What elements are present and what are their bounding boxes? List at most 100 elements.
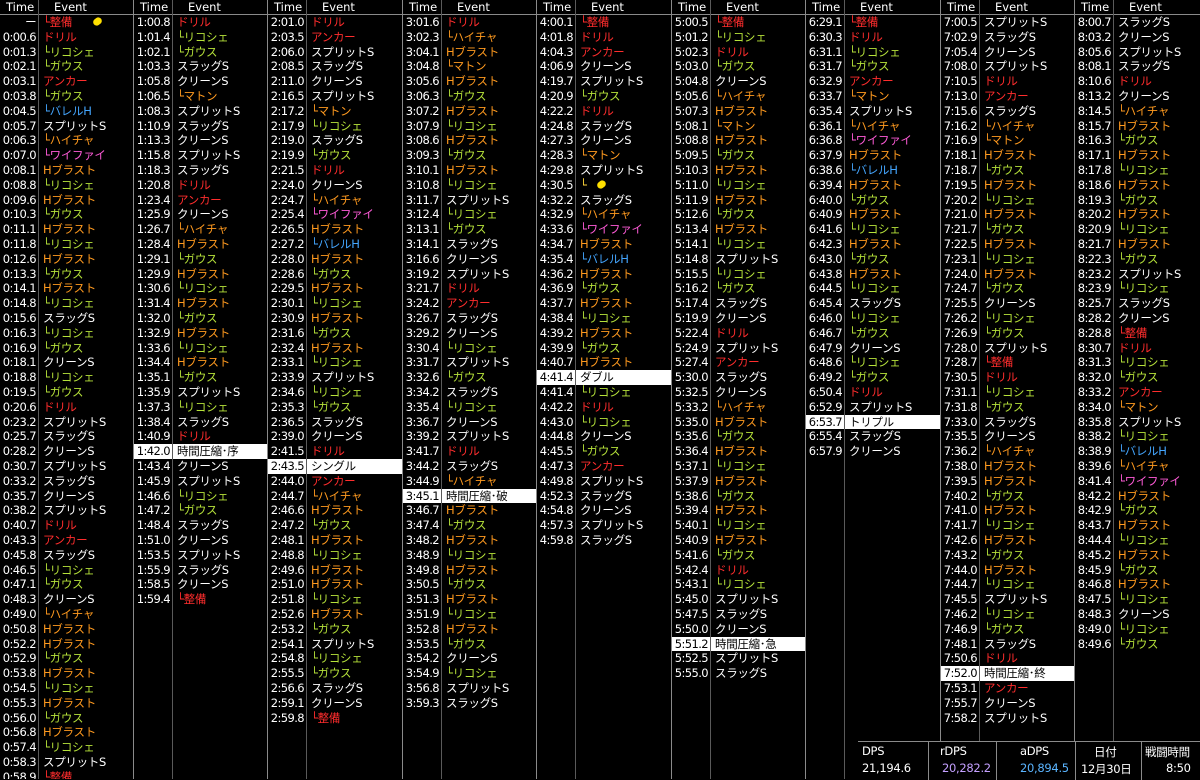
- event-time: 0:13.3: [2, 266, 37, 281]
- event-name: Hブラスト: [715, 192, 768, 207]
- event-time: 5:05.6: [674, 89, 709, 103]
- event-row: 7:50.6 ドリル: [941, 651, 1075, 666]
- event-row: 8:45.2 Hブラスト: [1075, 548, 1200, 563]
- event-time: 4:33.6: [539, 222, 574, 237]
- event-time: 6:31.1: [808, 44, 843, 59]
- event-time: 1:59.4: [136, 592, 171, 607]
- event-name: ドリル: [715, 44, 749, 59]
- event-row: 6:45.4 スラッグS: [806, 296, 941, 311]
- event-time: 3:04.1: [405, 44, 440, 59]
- event-name: └リコシェ: [43, 370, 95, 385]
- event-row: 6:48.6 └リコシェ: [806, 355, 941, 370]
- event-time: 2:24.7: [270, 192, 305, 207]
- event-time: 2:33.1: [270, 355, 305, 370]
- event-name: アンカー: [1118, 385, 1163, 399]
- event-time: 1:10.9: [136, 118, 171, 133]
- event-name: └マトン: [311, 103, 352, 118]
- event-name: └整備: [715, 15, 745, 29]
- event-time: 2:28.0: [270, 251, 305, 266]
- column-header: Time Event: [672, 0, 806, 15]
- event-name: └ガウス: [43, 710, 84, 725]
- event-name: Hブラスト: [984, 562, 1037, 577]
- event-name: └ガウス: [715, 281, 756, 296]
- event-name: ドリル: [984, 370, 1018, 385]
- event-time: 0:03.1: [2, 74, 37, 89]
- event-time: 7:22.5: [943, 237, 978, 251]
- event-name: スラッグS: [311, 681, 363, 695]
- event-time: 4:41.4: [539, 370, 574, 385]
- event-time: 0:10.3: [2, 207, 37, 222]
- event-time: 1:35.9: [136, 385, 171, 399]
- event-row: 7:44.0 Hブラスト: [941, 563, 1075, 578]
- event-row: 6:47.9 クリーンS: [806, 341, 941, 356]
- event-time: 7:26.9: [943, 325, 978, 340]
- event-name: Hブラスト: [715, 222, 768, 237]
- event-time: 3:49.8: [405, 562, 440, 577]
- event-row: 4:59.8 スラッグS: [537, 533, 672, 548]
- time-event-separator: [979, 0, 980, 779]
- event-time: 2:49.6: [270, 562, 305, 577]
- event-row: 3:08.6 Hブラスト: [403, 133, 537, 148]
- column-header: Time Event: [0, 0, 134, 15]
- event-time: 2:59.1: [270, 695, 305, 710]
- event-row: 3:30.4 └リコシェ: [403, 341, 537, 356]
- event-time: 7:55.7: [943, 695, 978, 710]
- event-time: 3:26.7: [405, 311, 440, 325]
- event-name: Hブラスト: [43, 725, 96, 740]
- event-row: 8:25.7 スラッグS: [1075, 296, 1200, 311]
- event-row: 7:45.5 スプリットS: [941, 592, 1075, 607]
- event-time: 0:16.3: [2, 325, 37, 340]
- event-row: 2:31.6 └ガウス: [268, 326, 403, 341]
- event-time: 8:16.3: [1077, 133, 1112, 148]
- event-name: └リコシェ: [311, 592, 363, 607]
- event-time: 4:27.3: [539, 133, 574, 148]
- event-time: 8:00.7: [1077, 15, 1112, 29]
- column-header: Time Event: [403, 0, 537, 15]
- event-name: スラッグS: [177, 118, 229, 133]
- timeline-column: Time Event 7:00.5 スプリットS 7:02.9 スラッグS 7:05.4 クリ…: [941, 0, 1075, 779]
- event-name: └ガウス: [580, 444, 621, 459]
- event-name: スラッグS: [177, 59, 229, 74]
- event-name: └ガウス: [984, 163, 1025, 177]
- event-row: 5:40.1 └リコシェ: [672, 518, 806, 533]
- event-time: 1:46.6: [136, 488, 171, 503]
- event-name: スラッグS: [446, 237, 498, 251]
- event-row: 1:32.9 Hブラスト: [134, 326, 268, 341]
- event-row: 6:30.3 ドリル: [806, 30, 941, 45]
- event-time: 2:25.4: [270, 207, 305, 222]
- event-row: 8:08.1 スラッグS: [1075, 59, 1200, 74]
- event-name: クリーンS: [177, 207, 229, 222]
- event-row: 7:05.4 クリーンS: [941, 45, 1075, 60]
- time-event-separator: [710, 0, 711, 779]
- event-name: └ガウス: [446, 370, 487, 385]
- event-name: Hブラスト: [177, 355, 230, 370]
- event-row: 8:19.3 └ガウス: [1075, 193, 1200, 208]
- event-row: 8:48.3 クリーンS: [1075, 607, 1200, 622]
- event-name: クリーンS: [1118, 311, 1170, 325]
- event-name: └ガウス: [984, 621, 1025, 636]
- event-time: 2:30.1: [270, 296, 305, 311]
- event-row: 6:35.4 スプリットS: [806, 104, 941, 119]
- event-name: クリーンS: [446, 651, 498, 666]
- event-name: ドリル: [177, 429, 211, 444]
- event-time: 8:28.8: [1077, 325, 1112, 340]
- event-name: └リコシェ: [43, 177, 95, 192]
- event-time: 1:33.6: [136, 340, 171, 355]
- event-time: 2:31.6: [270, 325, 305, 340]
- event-name: スラッグS: [177, 562, 229, 577]
- event-row: 5:01.2 └リコシェ: [672, 30, 806, 45]
- column-header: Time Event: [1075, 0, 1200, 15]
- event-row: 0:30.7 スプリットS: [0, 459, 134, 474]
- event-name: └ハイチャ: [446, 473, 498, 488]
- event-time: 0:18.1: [2, 355, 37, 370]
- event-row: 7:18.7 └ガウス: [941, 163, 1075, 178]
- event-time: 5:45.0: [674, 592, 709, 607]
- event-row: 4:37.7 Hブラスト: [537, 296, 672, 311]
- event-row: 6:39.4 Hブラスト: [806, 178, 941, 193]
- event-row: 0:08.8 └リコシェ: [0, 178, 134, 193]
- event-row: 1:00.8 ドリル: [134, 15, 268, 30]
- event-row: 7:26.9 └ガウス: [941, 326, 1075, 341]
- event-header: Event: [995, 0, 1028, 14]
- event-name: └リコシェ: [311, 651, 363, 666]
- event-row: 4:54.8 クリーンS: [537, 503, 672, 518]
